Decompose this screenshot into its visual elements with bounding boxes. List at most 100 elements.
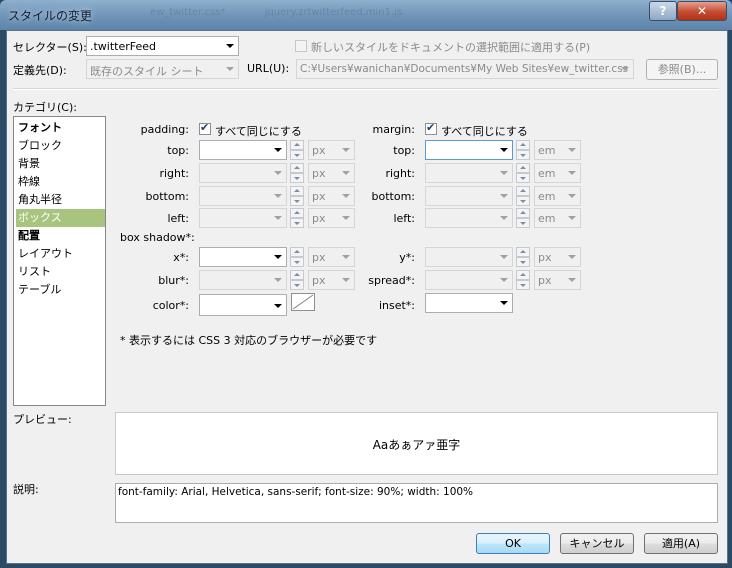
padding-right-spinner[interactable] [290,163,304,183]
chevron-down-icon[interactable] [564,187,580,205]
chevron-down-icon[interactable] [270,271,286,289]
margin-left-unit[interactable]: em [534,208,581,228]
browse-button[interactable]: 参照(B)... [646,59,718,80]
spin-up-icon[interactable] [516,270,530,280]
spin-down-icon[interactable] [516,257,530,267]
shadow-spread-spinner[interactable] [516,270,530,290]
shadow-spread-combo[interactable] [425,270,513,290]
spin-down-icon[interactable] [290,257,304,267]
padding-top-spinner[interactable] [290,140,304,160]
chevron-down-icon[interactable] [564,141,580,159]
chevron-down-icon[interactable] [270,248,286,266]
category-item-border-radius[interactable]: 角丸半径 [16,191,105,209]
chevron-down-icon[interactable] [496,271,512,289]
new-style-checkbox[interactable] [295,40,307,52]
shadow-spread-unit[interactable]: px [534,270,581,290]
shadow-inset-combo[interactable] [425,293,513,313]
margin-right-unit[interactable]: em [534,163,581,183]
spin-down-icon[interactable] [516,196,530,206]
chevron-down-icon[interactable] [496,248,512,266]
margin-left-spinner[interactable] [516,208,530,228]
margin-bottom-unit[interactable]: em [534,186,581,206]
shadow-y-combo[interactable] [425,247,513,267]
margin-right-combo[interactable] [425,163,513,183]
chevron-down-icon[interactable] [496,164,512,182]
close-button[interactable]: ✕ [677,1,727,21]
spin-down-icon[interactable] [290,218,304,228]
spin-down-icon[interactable] [290,173,304,183]
spin-down-icon[interactable] [516,150,530,160]
shadow-blur-combo[interactable] [199,270,287,290]
spin-up-icon[interactable] [516,163,530,173]
spin-up-icon[interactable] [516,247,530,257]
selector-combo[interactable]: .twitterFeed [86,36,239,56]
category-item-background[interactable]: 背景 [16,155,105,173]
apply-button[interactable]: 適用(A) [644,533,718,554]
shadow-y-unit[interactable]: px [534,247,581,267]
shadow-blur-spinner[interactable] [290,270,304,290]
define-in-combo[interactable]: 既存のスタイル シート [86,59,239,79]
margin-same-checkbox[interactable] [425,121,437,135]
category-item-border[interactable]: 枠線 [16,173,105,191]
chevron-down-icon[interactable] [270,187,286,205]
ok-button[interactable]: OK [476,533,550,554]
spin-up-icon[interactable] [516,140,530,150]
spin-down-icon[interactable] [290,196,304,206]
shadow-x-combo[interactable] [199,247,287,267]
url-combo[interactable]: C:¥Users¥wanichan¥Documents¥My Web Sites… [296,59,634,79]
padding-bottom-spinner[interactable] [290,186,304,206]
spin-down-icon[interactable] [290,150,304,160]
shadow-y-spinner[interactable] [516,247,530,267]
spin-down-icon[interactable] [516,173,530,183]
chevron-down-icon[interactable] [222,60,238,78]
margin-right-spinner[interactable] [516,163,530,183]
spin-down-icon[interactable] [516,218,530,228]
chevron-down-icon[interactable] [496,209,512,227]
padding-top-combo[interactable] [199,140,287,160]
category-item-list[interactable]: リスト [16,263,105,281]
help-button[interactable]: ? [649,1,677,21]
chevron-down-icon[interactable] [222,37,238,55]
padding-left-combo[interactable] [199,208,287,228]
chevron-down-icon[interactable] [564,271,580,289]
chevron-down-icon[interactable] [617,60,633,78]
spin-up-icon[interactable] [516,186,530,196]
shadow-color-combo[interactable] [199,294,287,316]
margin-bottom-spinner[interactable] [516,186,530,206]
margin-bottom-combo[interactable] [425,186,513,206]
padding-same-checkbox[interactable] [199,121,211,135]
spin-up-icon[interactable] [290,186,304,196]
category-list[interactable]: フォント ブロック 背景 枠線 角丸半径 ボックス 配置 レイアウト リスト テ… [13,116,106,406]
chevron-down-icon[interactable] [496,187,512,205]
chevron-down-icon[interactable] [564,248,580,266]
padding-left-spinner[interactable] [290,208,304,228]
chevron-down-icon[interactable] [564,164,580,182]
spin-up-icon[interactable] [290,163,304,173]
spin-up-icon[interactable] [290,270,304,280]
spin-up-icon[interactable] [516,208,530,218]
chevron-down-icon[interactable] [270,297,286,315]
chevron-down-icon[interactable] [270,164,286,182]
chevron-down-icon[interactable] [270,209,286,227]
margin-top-spinner[interactable] [516,140,530,160]
spin-down-icon[interactable] [516,280,530,290]
padding-right-combo[interactable] [199,163,287,183]
cancel-button[interactable]: キャンセル [560,533,634,554]
margin-left-combo[interactable] [425,208,513,228]
spin-down-icon[interactable] [290,280,304,290]
chevron-down-icon[interactable] [564,209,580,227]
chevron-down-icon[interactable] [270,141,286,159]
category-item-layout[interactable]: レイアウト [16,245,105,263]
spin-up-icon[interactable] [290,247,304,257]
category-item-box[interactable]: ボックス [16,209,105,227]
chevron-down-icon[interactable] [496,141,512,159]
category-item-block[interactable]: ブロック [16,137,105,155]
category-item-table[interactable]: テーブル [16,281,105,299]
margin-top-combo[interactable] [425,140,513,160]
color-picker-swatch[interactable] [291,293,315,311]
shadow-x-spinner[interactable] [290,247,304,267]
spin-up-icon[interactable] [290,208,304,218]
category-item-font[interactable]: フォント [16,119,105,137]
margin-top-unit[interactable]: em [534,140,581,160]
chevron-down-icon[interactable] [496,294,512,312]
